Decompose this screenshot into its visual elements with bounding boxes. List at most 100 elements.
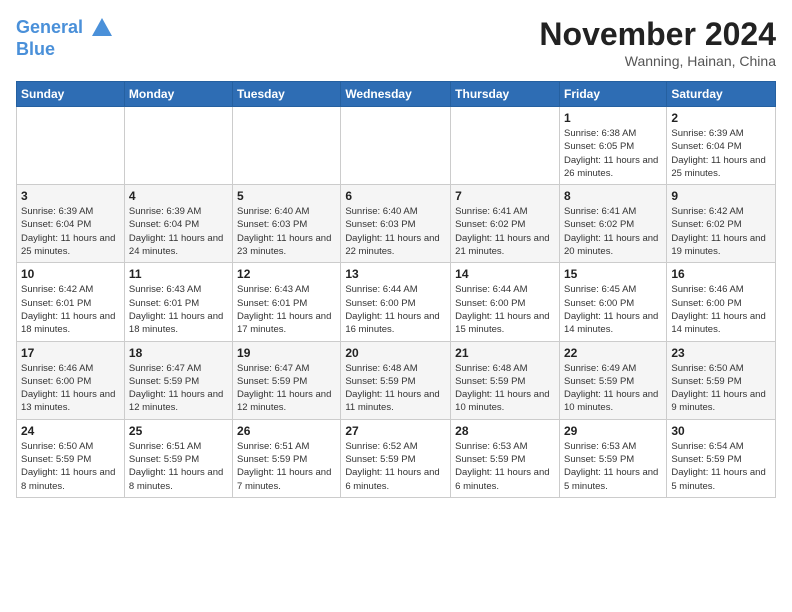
day-number: 24 bbox=[21, 424, 120, 438]
calendar-cell bbox=[233, 107, 341, 185]
day-number: 3 bbox=[21, 189, 120, 203]
calendar-cell bbox=[124, 107, 232, 185]
day-info: Sunrise: 6:43 AM Sunset: 6:01 PM Dayligh… bbox=[129, 283, 228, 336]
calendar-cell: 9 Sunrise: 6:42 AM Sunset: 6:02 PM Daylig… bbox=[667, 185, 776, 263]
day-info: Sunrise: 6:47 AM Sunset: 5:59 PM Dayligh… bbox=[129, 362, 228, 415]
day-info: Sunrise: 6:38 AM Sunset: 6:05 PM Dayligh… bbox=[564, 127, 662, 180]
day-number: 20 bbox=[345, 346, 446, 360]
day-info: Sunrise: 6:46 AM Sunset: 6:00 PM Dayligh… bbox=[21, 362, 120, 415]
day-info: Sunrise: 6:52 AM Sunset: 5:59 PM Dayligh… bbox=[345, 440, 446, 493]
calendar-cell: 30 Sunrise: 6:54 AM Sunset: 5:59 PM Dayli… bbox=[667, 419, 776, 497]
month-title: November 2024 bbox=[539, 16, 776, 53]
day-info: Sunrise: 6:50 AM Sunset: 5:59 PM Dayligh… bbox=[671, 362, 771, 415]
weekday-header-sunday: Sunday bbox=[17, 82, 125, 107]
day-number: 25 bbox=[129, 424, 228, 438]
weekday-header-saturday: Saturday bbox=[667, 82, 776, 107]
weekday-row: SundayMondayTuesdayWednesdayThursdayFrid… bbox=[17, 82, 776, 107]
day-number: 21 bbox=[455, 346, 555, 360]
logo-text: General Blue bbox=[16, 16, 114, 60]
calendar-cell: 26 Sunrise: 6:51 AM Sunset: 5:59 PM Dayli… bbox=[233, 419, 341, 497]
day-info: Sunrise: 6:49 AM Sunset: 5:59 PM Dayligh… bbox=[564, 362, 662, 415]
calendar-cell: 17 Sunrise: 6:46 AM Sunset: 6:00 PM Dayli… bbox=[17, 341, 125, 419]
calendar-cell: 4 Sunrise: 6:39 AM Sunset: 6:04 PM Daylig… bbox=[124, 185, 232, 263]
day-number: 9 bbox=[671, 189, 771, 203]
calendar-cell: 13Sunrise: 6:44 AM Sunset: 6:00 PM Dayli… bbox=[341, 263, 451, 341]
day-number: 18 bbox=[129, 346, 228, 360]
page-header: General Blue November 2024 Wanning, Hain… bbox=[16, 16, 776, 69]
day-number: 8 bbox=[564, 189, 662, 203]
day-info: Sunrise: 6:44 AM Sunset: 6:00 PM Dayligh… bbox=[345, 283, 446, 336]
day-number: 6 bbox=[345, 189, 446, 203]
day-info: Sunrise: 6:39 AM Sunset: 6:04 PM Dayligh… bbox=[129, 205, 228, 258]
calendar-cell bbox=[451, 107, 560, 185]
weekday-header-tuesday: Tuesday bbox=[233, 82, 341, 107]
calendar-cell: 12Sunrise: 6:43 AM Sunset: 6:01 PM Dayli… bbox=[233, 263, 341, 341]
day-info: Sunrise: 6:41 AM Sunset: 6:02 PM Dayligh… bbox=[564, 205, 662, 258]
location-subtitle: Wanning, Hainan, China bbox=[539, 53, 776, 69]
day-info: Sunrise: 6:39 AM Sunset: 6:04 PM Dayligh… bbox=[671, 127, 771, 180]
weekday-header-thursday: Thursday bbox=[451, 82, 560, 107]
day-number: 22 bbox=[564, 346, 662, 360]
weekday-header-wednesday: Wednesday bbox=[341, 82, 451, 107]
calendar-cell: 18 Sunrise: 6:47 AM Sunset: 5:59 PM Dayli… bbox=[124, 341, 232, 419]
day-info: Sunrise: 6:44 AM Sunset: 6:00 PM Dayligh… bbox=[455, 283, 555, 336]
calendar-cell: 23 Sunrise: 6:50 AM Sunset: 5:59 PM Dayli… bbox=[667, 341, 776, 419]
day-info: Sunrise: 6:43 AM Sunset: 6:01 PM Dayligh… bbox=[237, 283, 336, 336]
day-number: 23 bbox=[671, 346, 771, 360]
calendar-week-4: 17 Sunrise: 6:46 AM Sunset: 6:00 PM Dayli… bbox=[17, 341, 776, 419]
day-info: Sunrise: 6:39 AM Sunset: 6:04 PM Dayligh… bbox=[21, 205, 120, 258]
day-number: 14 bbox=[455, 267, 555, 281]
calendar-cell bbox=[17, 107, 125, 185]
day-number: 19 bbox=[237, 346, 336, 360]
calendar-week-5: 24 Sunrise: 6:50 AM Sunset: 5:59 PM Dayli… bbox=[17, 419, 776, 497]
calendar-cell: 25 Sunrise: 6:51 AM Sunset: 5:59 PM Dayli… bbox=[124, 419, 232, 497]
day-number: 30 bbox=[671, 424, 771, 438]
day-info: Sunrise: 6:42 AM Sunset: 6:02 PM Dayligh… bbox=[671, 205, 771, 258]
day-info: Sunrise: 6:47 AM Sunset: 5:59 PM Dayligh… bbox=[237, 362, 336, 415]
calendar-cell: 2 Sunrise: 6:39 AM Sunset: 6:04 PM Daylig… bbox=[667, 107, 776, 185]
title-area: November 2024 Wanning, Hainan, China bbox=[539, 16, 776, 69]
day-info: Sunrise: 6:53 AM Sunset: 5:59 PM Dayligh… bbox=[564, 440, 662, 493]
day-info: Sunrise: 6:45 AM Sunset: 6:00 PM Dayligh… bbox=[564, 283, 662, 336]
calendar-cell: 15 Sunrise: 6:45 AM Sunset: 6:00 PM Dayli… bbox=[559, 263, 666, 341]
day-info: Sunrise: 6:40 AM Sunset: 6:03 PM Dayligh… bbox=[237, 205, 336, 258]
day-number: 11 bbox=[129, 267, 228, 281]
day-number: 5 bbox=[237, 189, 336, 203]
day-number: 10 bbox=[21, 267, 120, 281]
day-info: Sunrise: 6:48 AM Sunset: 5:59 PM Dayligh… bbox=[345, 362, 446, 415]
calendar-cell: 22 Sunrise: 6:49 AM Sunset: 5:59 PM Dayli… bbox=[559, 341, 666, 419]
day-number: 7 bbox=[455, 189, 555, 203]
calendar-cell: 21Sunrise: 6:48 AM Sunset: 5:59 PM Dayli… bbox=[451, 341, 560, 419]
calendar-table: SundayMondayTuesdayWednesdayThursdayFrid… bbox=[16, 81, 776, 498]
day-info: Sunrise: 6:54 AM Sunset: 5:59 PM Dayligh… bbox=[671, 440, 771, 493]
day-number: 2 bbox=[671, 111, 771, 125]
calendar-week-3: 10 Sunrise: 6:42 AM Sunset: 6:01 PM Dayli… bbox=[17, 263, 776, 341]
day-info: Sunrise: 6:50 AM Sunset: 5:59 PM Dayligh… bbox=[21, 440, 120, 493]
weekday-header-friday: Friday bbox=[559, 82, 666, 107]
day-number: 4 bbox=[129, 189, 228, 203]
day-number: 1 bbox=[564, 111, 662, 125]
calendar-week-1: 1 Sunrise: 6:38 AM Sunset: 6:05 PM Daylig… bbox=[17, 107, 776, 185]
calendar-cell: 11 Sunrise: 6:43 AM Sunset: 6:01 PM Dayli… bbox=[124, 263, 232, 341]
day-info: Sunrise: 6:51 AM Sunset: 5:59 PM Dayligh… bbox=[237, 440, 336, 493]
day-info: Sunrise: 6:51 AM Sunset: 5:59 PM Dayligh… bbox=[129, 440, 228, 493]
day-number: 15 bbox=[564, 267, 662, 281]
weekday-header-monday: Monday bbox=[124, 82, 232, 107]
calendar-cell: 3 Sunrise: 6:39 AM Sunset: 6:04 PM Daylig… bbox=[17, 185, 125, 263]
calendar-cell: 20 Sunrise: 6:48 AM Sunset: 5:59 PM Dayli… bbox=[341, 341, 451, 419]
day-number: 17 bbox=[21, 346, 120, 360]
calendar-week-2: 3 Sunrise: 6:39 AM Sunset: 6:04 PM Daylig… bbox=[17, 185, 776, 263]
day-info: Sunrise: 6:40 AM Sunset: 6:03 PM Dayligh… bbox=[345, 205, 446, 258]
calendar-cell: 27 Sunrise: 6:52 AM Sunset: 5:59 PM Dayli… bbox=[341, 419, 451, 497]
calendar-cell: 6 Sunrise: 6:40 AM Sunset: 6:03 PM Daylig… bbox=[341, 185, 451, 263]
day-number: 27 bbox=[345, 424, 446, 438]
day-number: 26 bbox=[237, 424, 336, 438]
day-info: Sunrise: 6:42 AM Sunset: 6:01 PM Dayligh… bbox=[21, 283, 120, 336]
day-info: Sunrise: 6:41 AM Sunset: 6:02 PM Dayligh… bbox=[455, 205, 555, 258]
day-number: 28 bbox=[455, 424, 555, 438]
calendar-header: SundayMondayTuesdayWednesdayThursdayFrid… bbox=[17, 82, 776, 107]
calendar-cell: 14 Sunrise: 6:44 AM Sunset: 6:00 PM Dayli… bbox=[451, 263, 560, 341]
calendar-cell: 16Sunrise: 6:46 AM Sunset: 6:00 PM Dayli… bbox=[667, 263, 776, 341]
day-number: 29 bbox=[564, 424, 662, 438]
calendar-cell bbox=[341, 107, 451, 185]
